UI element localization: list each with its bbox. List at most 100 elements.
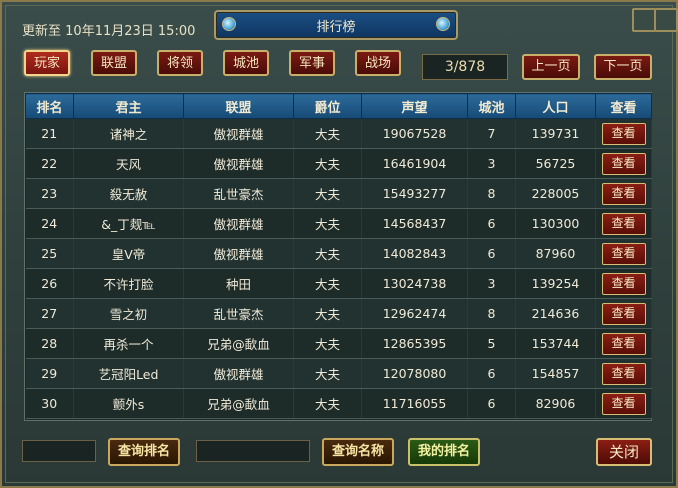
view-cell: 查看 [595, 328, 652, 359]
population-cell: 87960 [515, 238, 596, 269]
title-cell: 大夫 [293, 268, 362, 299]
table-row: 28 再杀一个 兄弟@歃血 大夫 12865395 5 153744 查看 [25, 328, 652, 359]
prev-page-button[interactable]: 上一页 [522, 54, 580, 80]
view-cell: 查看 [595, 208, 652, 239]
tab-alliance[interactable]: 联盟 [91, 50, 137, 76]
view-button[interactable]: 查看 [601, 362, 646, 385]
table-row: 24 &_丁觌℡ 傲视群雄 大夫 14568437 6 130300 查看 [25, 208, 652, 239]
lord-cell: 殺无赦 [73, 178, 184, 209]
column-header-lord[interactable]: 君主 [73, 93, 184, 119]
rank-cell: 29 [25, 358, 74, 389]
column-header-alliance[interactable]: 联盟 [183, 93, 294, 119]
tab-general[interactable]: 将领 [157, 50, 203, 76]
alliance-cell: 傲视群雄 [183, 118, 294, 149]
view-cell: 查看 [595, 358, 652, 389]
rank-cell: 27 [25, 298, 74, 329]
tab-city[interactable]: 城池 [223, 50, 269, 76]
view-button[interactable]: 查看 [601, 392, 646, 415]
table-row: 27 雪之初 乱世豪杰 大夫 12962474 8 214636 查看 [25, 298, 652, 329]
prestige-cell: 12078080 [361, 358, 468, 389]
prestige-cell: 11716055 [361, 388, 468, 419]
column-header-population[interactable]: 人口 [515, 93, 596, 119]
prestige-cell: 14568437 [361, 208, 468, 239]
lord-cell: 诸神之 [73, 118, 184, 149]
view-button[interactable]: 查看 [601, 182, 646, 205]
population-cell: 139731 [515, 118, 596, 149]
alliance-cell: 兄弟@歃血 [183, 388, 294, 419]
table-row: 23 殺无赦 乱世豪杰 大夫 15493277 8 228005 查看 [25, 178, 652, 209]
alliance-cell: 傲视群雄 [183, 148, 294, 179]
table-body: 21 诸神之 傲视群雄 大夫 19067528 7 139731 查看 22 天… [25, 118, 652, 419]
view-button[interactable]: 查看 [601, 302, 646, 325]
close-button[interactable]: 关闭 [596, 438, 652, 466]
population-cell: 82906 [515, 388, 596, 419]
query-rank-button[interactable]: 查询排名 [108, 438, 180, 466]
name-search-input[interactable] [196, 440, 310, 462]
tab-player[interactable]: 玩家 [24, 50, 70, 76]
alliance-cell: 傲视群雄 [183, 208, 294, 239]
rank-search-input[interactable] [22, 440, 96, 462]
view-cell: 查看 [595, 298, 652, 329]
population-cell: 154857 [515, 358, 596, 389]
prestige-cell: 15493277 [361, 178, 468, 209]
my-rank-button[interactable]: 我的排名 [408, 438, 480, 466]
table-row: 22 天风 傲视群雄 大夫 16461904 3 56725 查看 [25, 148, 652, 179]
cities-cell: 3 [467, 148, 516, 179]
prestige-cell: 14082843 [361, 238, 468, 269]
title-cell: 大夫 [293, 178, 362, 209]
ornament-icon [654, 8, 678, 32]
cities-cell: 3 [467, 268, 516, 299]
view-button[interactable]: 查看 [601, 242, 646, 265]
view-cell: 查看 [595, 388, 652, 419]
tab-military[interactable]: 军事 [289, 50, 335, 76]
view-button[interactable]: 查看 [601, 122, 646, 145]
table-header-row: 排名 君主 联盟 爵位 声望 城池 人口 查看 [25, 93, 652, 119]
cities-cell: 5 [467, 328, 516, 359]
table-row: 30 颤外s 兄弟@歃血 大夫 11716055 6 82906 查看 [25, 388, 652, 419]
view-button[interactable]: 查看 [601, 332, 646, 355]
alliance-cell: 傲视群雄 [183, 238, 294, 269]
population-cell: 56725 [515, 148, 596, 179]
title-cell: 大夫 [293, 358, 362, 389]
update-info: 更新至 10年11月23日 15:00 [22, 20, 195, 39]
alliance-cell: 乱世豪杰 [183, 298, 294, 329]
view-button[interactable]: 查看 [601, 212, 646, 235]
lord-cell: 不许打脸 [73, 268, 184, 299]
rank-cell: 25 [25, 238, 74, 269]
alliance-cell: 种田 [183, 268, 294, 299]
title-cell: 大夫 [293, 328, 362, 359]
title-cell: 大夫 [293, 118, 362, 149]
cities-cell: 6 [467, 358, 516, 389]
lord-cell: 艺冠阳Led [73, 358, 184, 389]
lord-cell: 再杀一个 [73, 328, 184, 359]
query-name-button[interactable]: 查询名称 [322, 438, 394, 466]
rank-cell: 24 [25, 208, 74, 239]
column-header-title[interactable]: 爵位 [293, 93, 362, 119]
page-indicator: 3/878 [422, 54, 508, 80]
title-bar: 排行榜 [214, 10, 458, 40]
next-page-button[interactable]: 下一页 [594, 54, 652, 80]
column-header-cities[interactable]: 城池 [467, 93, 516, 119]
title-cell: 大夫 [293, 298, 362, 329]
population-cell: 139254 [515, 268, 596, 299]
table-row: 26 不许打脸 种田 大夫 13024738 3 139254 查看 [25, 268, 652, 299]
cities-cell: 7 [467, 118, 516, 149]
column-header-prestige[interactable]: 声望 [361, 93, 468, 119]
table-row: 25 皇V帝 傲视群雄 大夫 14082843 6 87960 查看 [25, 238, 652, 269]
gem-ornament-icon [436, 17, 450, 31]
population-cell: 228005 [515, 178, 596, 209]
table-row: 21 诸神之 傲视群雄 大夫 19067528 7 139731 查看 [25, 118, 652, 149]
population-cell: 214636 [515, 298, 596, 329]
column-header-rank[interactable]: 排名 [25, 93, 74, 119]
prestige-cell: 12962474 [361, 298, 468, 329]
view-button[interactable]: 查看 [601, 152, 646, 175]
alliance-cell: 兄弟@歃血 [183, 328, 294, 359]
view-cell: 查看 [595, 178, 652, 209]
lord-cell: 雪之初 [73, 298, 184, 329]
alliance-cell: 傲视群雄 [183, 358, 294, 389]
column-header-view: 查看 [595, 93, 652, 119]
cities-cell: 6 [467, 208, 516, 239]
view-cell: 查看 [595, 148, 652, 179]
tab-battlefield[interactable]: 战场 [355, 50, 401, 76]
view-button[interactable]: 查看 [601, 272, 646, 295]
